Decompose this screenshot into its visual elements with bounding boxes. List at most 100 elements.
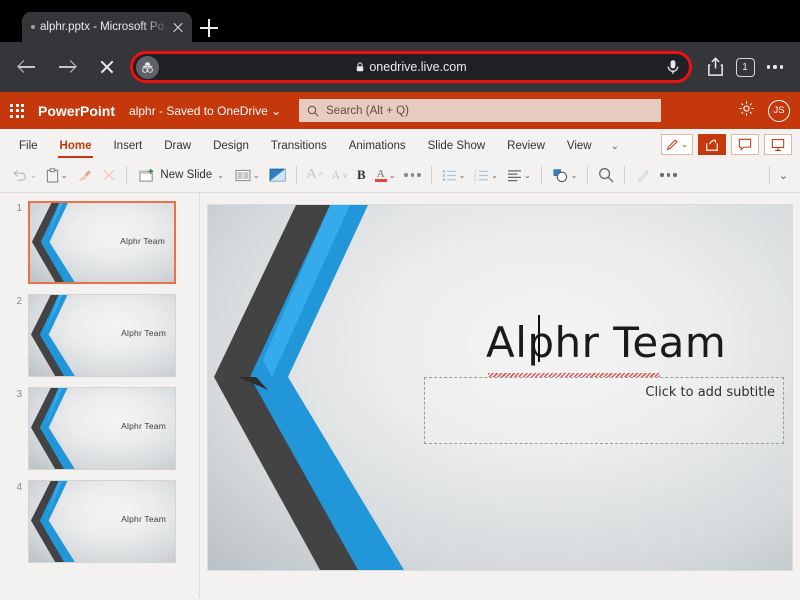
paste-button[interactable]: ⌄ <box>42 162 72 188</box>
align-button[interactable]: ⌄ <box>503 162 535 188</box>
browser-tab[interactable]: alphr.pptx - Microsoft Po <box>22 12 192 42</box>
chevron-down-icon: ⌄ <box>252 170 260 180</box>
chevron-down-icon: ⌄ <box>523 170 531 180</box>
tab-view[interactable]: View <box>556 140 603 158</box>
collapse-ribbon-button[interactable]: ⌄ <box>775 162 792 188</box>
tab-review[interactable]: Review <box>496 140 556 158</box>
tab-insert[interactable]: Insert <box>102 140 153 158</box>
current-slide[interactable]: Alphr Team Click to add subtitle <box>208 205 792 570</box>
format-painter-button[interactable] <box>72 162 97 188</box>
present-button[interactable] <box>764 134 792 155</box>
stop-button[interactable] <box>90 50 124 84</box>
find-button[interactable] <box>594 162 618 188</box>
browser-toolbar: onedrive.live.com 1 <box>0 42 800 92</box>
slide-thumb-title: Alphr Team <box>121 328 166 338</box>
tab-design[interactable]: Design <box>202 140 260 158</box>
new-tab-button[interactable] <box>200 19 218 37</box>
close-x-icon <box>104 169 115 181</box>
home-toolbar: ⌄ ⌄ New Slide ⌄ ⌄ A ^ A ∨ B A ⌄ ⌄ 1 2 3 … <box>0 158 800 193</box>
share-arrow-icon <box>706 139 718 151</box>
back-button[interactable] <box>10 50 44 84</box>
forward-button[interactable] <box>50 50 84 84</box>
svg-text:3: 3 <box>474 177 477 182</box>
toolbar-divider <box>126 166 128 184</box>
slide-thumbnail-3[interactable]: Alphr Team <box>28 387 176 470</box>
align-icon <box>507 169 521 181</box>
layout-button[interactable]: ⌄ <box>231 162 264 188</box>
new-slide-label: New Slide <box>160 169 213 181</box>
subtitle-placeholder[interactable]: Click to add subtitle <box>424 377 784 444</box>
numbering-button[interactable]: 123 ⌄ <box>470 162 502 188</box>
cut-button[interactable] <box>98 162 120 188</box>
toolbar-more-button[interactable] <box>656 162 680 188</box>
slide-thumbnail-4[interactable]: Alphr Team <box>28 480 176 563</box>
close-icon[interactable] <box>170 19 186 35</box>
header-right-actions: JS <box>738 99 790 122</box>
search-placeholder: Search (Alt + Q) <box>326 104 409 117</box>
search-icon <box>307 105 319 117</box>
share-button[interactable] <box>700 52 730 82</box>
slide-number: 2 <box>16 296 22 307</box>
avatar[interactable]: JS <box>768 99 790 122</box>
comment-icon <box>738 138 752 151</box>
bold-label: B <box>357 167 366 182</box>
slide-thumbnail-1[interactable]: Alphr Team <box>28 201 176 284</box>
grow-font-button[interactable]: A ^ <box>303 162 327 188</box>
shrink-font-label: A <box>331 167 341 182</box>
slide-thumbnail-panel[interactable]: 1 Alphr Team 2 Alphr Team 3 Alphr Team 4… <box>0 193 200 598</box>
shapes-button[interactable]: ⌄ <box>548 162 582 188</box>
clipboard-icon <box>46 167 58 183</box>
tab-title: alphr.pptx - Microsoft Po <box>40 21 164 33</box>
toolbar-divider <box>768 166 770 184</box>
chevron-down-icon: ⌄ <box>60 170 68 180</box>
overflow-menu-icon <box>660 173 677 177</box>
workspace: 1 Alphr Team 2 Alphr Team 3 Alphr Team 4… <box>0 193 800 598</box>
microphone-icon[interactable] <box>664 58 682 76</box>
paintbrush-icon <box>78 169 92 181</box>
font-more-button[interactable] <box>400 162 424 188</box>
picture-button[interactable] <box>265 162 290 188</box>
app-launcher-icon[interactable] <box>10 103 24 118</box>
toolbar-divider <box>587 166 589 184</box>
document-status[interactable]: alphr - Saved to OneDrive ⌄ <box>129 104 281 118</box>
tab-draw[interactable]: Draw <box>153 140 202 158</box>
tab-strip: alphr.pptx - Microsoft Po <box>0 0 800 42</box>
shrink-font-button[interactable]: A ∨ <box>327 162 352 188</box>
magic-wand-icon <box>637 168 651 183</box>
tab-animations[interactable]: Animations <box>338 140 417 158</box>
comments-button[interactable] <box>731 134 759 155</box>
tab-home[interactable]: Home <box>49 140 103 159</box>
tab-slide-show[interactable]: Slide Show <box>417 140 497 158</box>
slide-title[interactable]: Alphr Team <box>486 318 726 367</box>
bullets-button[interactable]: ⌄ <box>438 162 470 188</box>
lock-icon <box>357 62 364 72</box>
present-icon <box>771 138 785 151</box>
slide-editor-stage: Alphr Team Click to add subtitle <box>200 193 800 598</box>
tab-counter-button[interactable]: 1 <box>730 52 760 82</box>
font-color-button[interactable]: A ⌄ <box>371 162 400 188</box>
undo-icon <box>13 169 26 181</box>
slide-thumb-title: Alphr Team <box>121 514 166 524</box>
incognito-icon <box>136 55 159 79</box>
arrow-left-icon <box>19 59 35 75</box>
tab-transitions[interactable]: Transitions <box>260 140 338 158</box>
gear-icon[interactable] <box>738 100 755 122</box>
url-text: onedrive.live.com <box>369 60 467 74</box>
slide-thumb-title: Alphr Team <box>120 236 165 246</box>
new-slide-button[interactable]: New Slide ⌄ <box>133 162 229 188</box>
designer-button[interactable] <box>631 162 655 188</box>
ribbon-tab-bar: File Home Insert Draw Design Transitions… <box>0 129 800 159</box>
pen-button[interactable]: ⌄ <box>661 134 693 155</box>
search-icon <box>599 168 614 183</box>
toolbar-divider <box>540 166 542 184</box>
share-button[interactable] <box>698 134 726 155</box>
overflow-menu-icon <box>766 65 784 69</box>
slide-thumbnail-2[interactable]: Alphr Team <box>28 294 176 377</box>
ribbon-overflow-chevron-icon[interactable]: ⌄ <box>603 141 627 158</box>
undo-button[interactable]: ⌄ <box>8 162 41 188</box>
tab-file[interactable]: File <box>8 140 49 158</box>
address-bar[interactable]: onedrive.live.com <box>130 51 692 83</box>
browser-menu-button[interactable] <box>760 52 790 82</box>
bold-button[interactable]: B <box>353 162 370 188</box>
search-input[interactable]: Search (Alt + Q) <box>299 99 662 122</box>
